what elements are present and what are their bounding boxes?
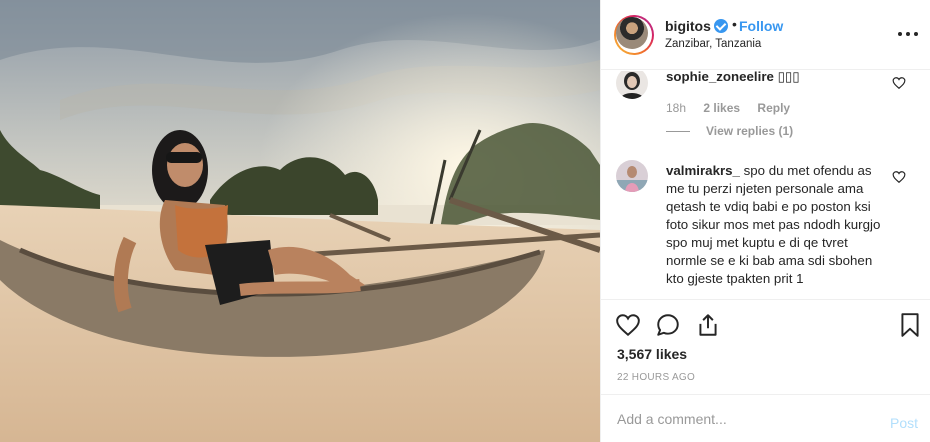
author-avatar[interactable]: [614, 15, 654, 55]
comment-icon[interactable]: [655, 312, 681, 338]
share-icon[interactable]: [695, 312, 721, 338]
commenter-avatar[interactable]: [616, 71, 648, 99]
comment-time[interactable]: 18h: [666, 101, 686, 115]
comment-username[interactable]: valmirakrs_: [666, 163, 740, 178]
divider-line: [666, 131, 690, 133]
comment-text: ▯▯▯: [777, 71, 800, 84]
comment-input[interactable]: [617, 409, 877, 429]
comments-list[interactable]: sophie_zoneelire ▯▯▯ 18h 2 likes Reply V…: [601, 71, 930, 299]
post-timestamp[interactable]: 22 HOURS AGO: [617, 372, 695, 383]
author-username[interactable]: bigitos: [665, 18, 711, 34]
likes-count[interactable]: 3,567 likes: [617, 346, 687, 362]
bookmark-icon[interactable]: [897, 312, 923, 338]
comment-likes[interactable]: 2 likes: [703, 101, 740, 115]
post-header: bigitos • Follow Zanzibar, Tanzania: [601, 0, 930, 70]
post-photo[interactable]: [0, 0, 600, 442]
author-avatar-image: [616, 17, 648, 49]
post-comment-button[interactable]: Post: [890, 415, 918, 431]
post-actions-bar: [601, 299, 930, 349]
heart-icon[interactable]: [892, 170, 906, 184]
reply-button[interactable]: Reply: [757, 101, 790, 115]
post-location[interactable]: Zanzibar, Tanzania: [665, 38, 761, 50]
separator-dot: •: [732, 16, 737, 32]
view-replies-button[interactable]: View replies (1): [666, 124, 793, 138]
comment-username[interactable]: sophie_zoneelire: [666, 71, 774, 84]
more-options-icon[interactable]: [896, 22, 920, 46]
heart-icon[interactable]: [892, 76, 906, 90]
comment-text: spo du met ofendu as me tu perzi njeten …: [666, 163, 881, 286]
follow-button[interactable]: Follow: [739, 18, 783, 34]
verified-badge-icon: [714, 19, 728, 33]
heart-icon[interactable]: [615, 312, 641, 338]
beach-photo-illustration: [0, 0, 600, 442]
add-comment-section: Post: [601, 394, 930, 442]
commenter-avatar[interactable]: [616, 160, 648, 192]
post-details-panel: bigitos • Follow Zanzibar, Tanzania soph…: [600, 0, 930, 442]
